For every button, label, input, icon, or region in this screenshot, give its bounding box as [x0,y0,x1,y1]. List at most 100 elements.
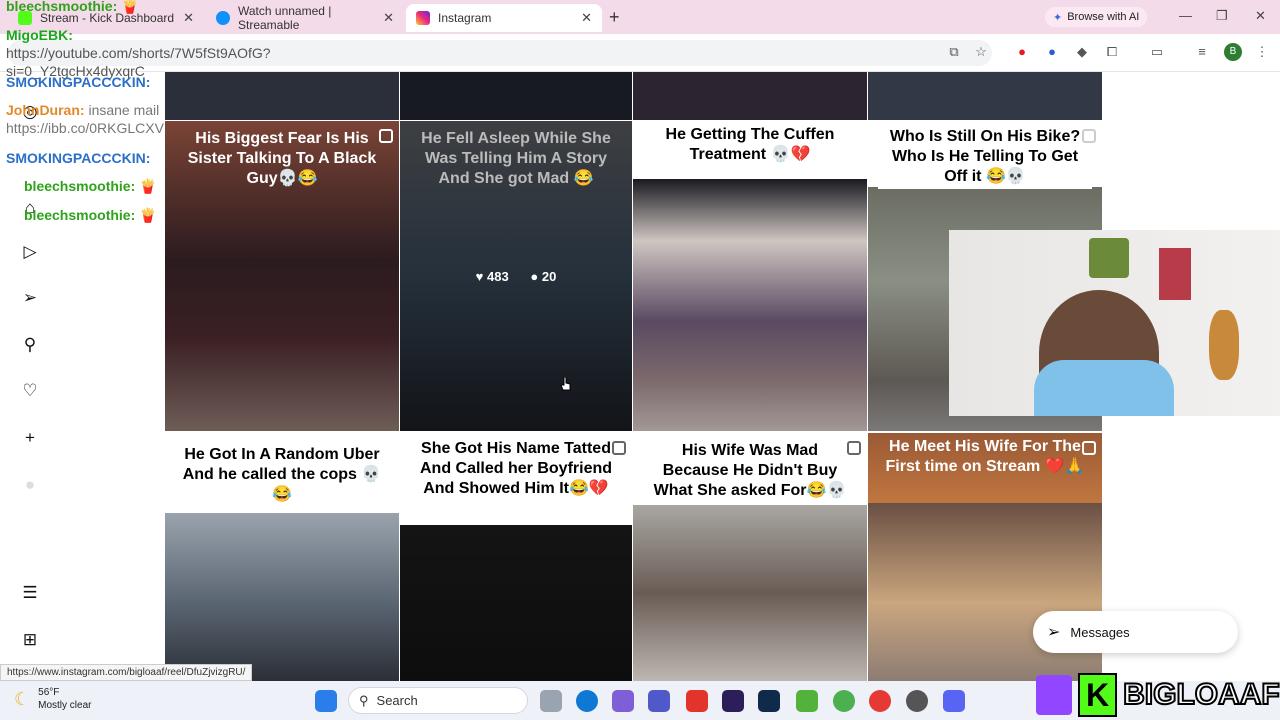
reel-caption: He Meet His Wife For The First time on S… [885,438,1085,475]
restore-button[interactable]: ❐ [1216,8,1228,24]
search-placeholder: Search [376,693,418,708]
extension-icon[interactable]: ● [1044,44,1060,60]
url-field[interactable] [8,40,992,66]
chat-text: 🍟 [139,207,157,223]
install-app-icon[interactable]: ⧉ [946,44,962,60]
reel-tile[interactable]: He Fell Asleep While She Was Telling Him… [400,121,632,431]
address-bar: ⧉ ☆ ● ● ◆ ⧠ ▭ ≡ ⋮ [0,34,1280,72]
browser-tab-strip: Stream - Kick Dashboard ✕ Watch unnamed … [0,0,1280,34]
close-tab-icon[interactable]: ✕ [581,10,592,26]
reel-stats: ♥ 483 ● 20 [400,269,632,284]
profile-avatar[interactable]: B [1224,43,1242,61]
reel-tile[interactable]: His Biggest Fear Is His Sister Talking T… [165,121,399,431]
search-icon[interactable]: ⚲ [20,335,40,355]
reel-tile[interactable] [868,72,1102,120]
photoshop-icon[interactable] [758,690,780,712]
kick-logo: K [1078,673,1118,717]
media-controls-icon[interactable]: ≡ [1194,44,1210,60]
app-icon[interactable] [686,690,708,712]
reel-tile[interactable]: His Wife Was Mad Because He Didn't Buy W… [633,433,867,682]
weather-description: Mostly clear [38,700,92,711]
obs-icon[interactable] [906,690,928,712]
reel-tile[interactable] [633,72,867,120]
poster [1089,238,1129,278]
reel-tile[interactable]: He Got In A Random Uber And he called th… [165,433,399,682]
hand-cursor-icon [561,377,571,391]
start-button-icon[interactable] [315,690,337,712]
extension-icon[interactable]: ◆ [1074,44,1090,60]
edge-icon[interactable] [576,690,598,712]
reel-tile[interactable]: She Got His Name Tatted And Called her B… [400,433,632,682]
poster [1159,248,1191,300]
tab-instagram[interactable]: Instagram ✕ [406,4,602,32]
link-preview-url: https://www.instagram.com/bigloaaf/reel/… [0,664,253,681]
streamer-name: BIGLOAAF [1122,677,1280,712]
reels-icon[interactable]: ▷ [20,242,40,262]
reel-caption: She Got His Name Tatted And Called her B… [410,437,622,501]
weather-temperature: 56°F [38,687,60,698]
reel-icon [1082,441,1096,455]
sidebar-icon[interactable]: ▭ [1149,44,1165,60]
reel-tile[interactable] [165,72,399,120]
reel-caption: He Fell Asleep While She Was Telling Him… [421,130,611,187]
reel-icon [847,441,861,455]
chrome-icon[interactable] [833,690,855,712]
task-view-icon[interactable] [540,690,562,712]
more-menu-icon[interactable]: ☰ [20,583,40,603]
streamer-shirt [1034,360,1174,416]
reel-caption: He Got In A Random Uber And he called th… [175,443,389,507]
chrome-icon[interactable] [869,690,891,712]
also-from-meta-icon[interactable]: ⊞ [20,630,40,650]
reel-caption: His Biggest Fear Is His Sister Talking T… [187,130,377,187]
app-icon[interactable] [796,690,818,712]
streamable-icon [216,11,230,25]
tab-title: Stream - Kick Dashboard [40,11,175,25]
taskbar-search[interactable]: ⚲ Search [348,687,528,714]
kick-icon [18,11,32,25]
notifications-heart-icon[interactable]: ♡ [20,381,40,401]
weather-widget[interactable]: ☾ 56°F Mostly clear [14,686,92,712]
reel-icon [1082,129,1096,143]
premiere-pro-icon[interactable] [722,690,744,712]
reel-caption: Who Is Still On His Bike? Who Is He Tell… [878,125,1092,189]
tab-title: Instagram [438,11,492,25]
profile-icon[interactable]: ● [20,475,40,495]
menu-kebab-icon[interactable]: ⋮ [1254,44,1270,60]
create-plus-icon[interactable]: + [20,428,40,448]
twitch-icon [1036,675,1072,715]
new-tab-button[interactable]: + [609,7,620,28]
send-icon: ➢ [1047,624,1061,641]
comments-count: 20 [541,269,557,284]
heart-icon: ♥ [475,269,484,284]
browse-with-ai-button[interactable]: ✦ Browse with AI [1045,7,1148,27]
reel-tile[interactable] [400,72,632,120]
chat-text: 🍟 [139,178,157,194]
messages-button[interactable]: ➢ Messages [1033,611,1238,653]
guitar [1209,310,1239,380]
minimize-button[interactable]: — [1179,8,1192,23]
browse-ai-label: Browse with AI [1067,11,1140,23]
tab-title: Watch unnamed | Streamable [238,4,332,32]
instagram-logo-icon[interactable]: ◎ [20,102,40,122]
sparkle-icon: ✦ [1053,11,1063,24]
discord-icon[interactable] [943,690,965,712]
weather-moon-icon: ☾ [14,688,31,709]
instagram-sidebar: ◎ ⌂ ▷ ➢ ⚲ ♡ + ● ☰ ⊞ [0,72,60,682]
close-tab-icon[interactable]: ✕ [183,10,194,26]
likes-count: 483 [487,269,509,284]
home-icon[interactable]: ⌂ [20,198,40,218]
close-window-button[interactable]: ✕ [1255,8,1266,24]
close-tab-icon[interactable]: ✕ [383,10,394,26]
instagram-icon [416,11,430,25]
opera-extension-icon[interactable]: ● [1014,44,1030,60]
webcam-overlay [949,230,1280,416]
search-icon: ⚲ [359,692,369,708]
direct-send-icon[interactable]: ➢ [20,288,40,308]
tab-streamable[interactable]: Watch unnamed | Streamable ✕ [206,4,404,32]
bookmark-star-icon[interactable]: ☆ [973,44,989,60]
teams-icon[interactable] [648,690,670,712]
tab-kick-dashboard[interactable]: Stream - Kick Dashboard ✕ [8,4,204,32]
copilot-icon[interactable] [612,690,634,712]
extensions-puzzle-icon[interactable]: ⧠ [1104,44,1120,60]
reel-tile[interactable]: He Getting The Cuffen Treatment 💀💔 [633,121,867,431]
